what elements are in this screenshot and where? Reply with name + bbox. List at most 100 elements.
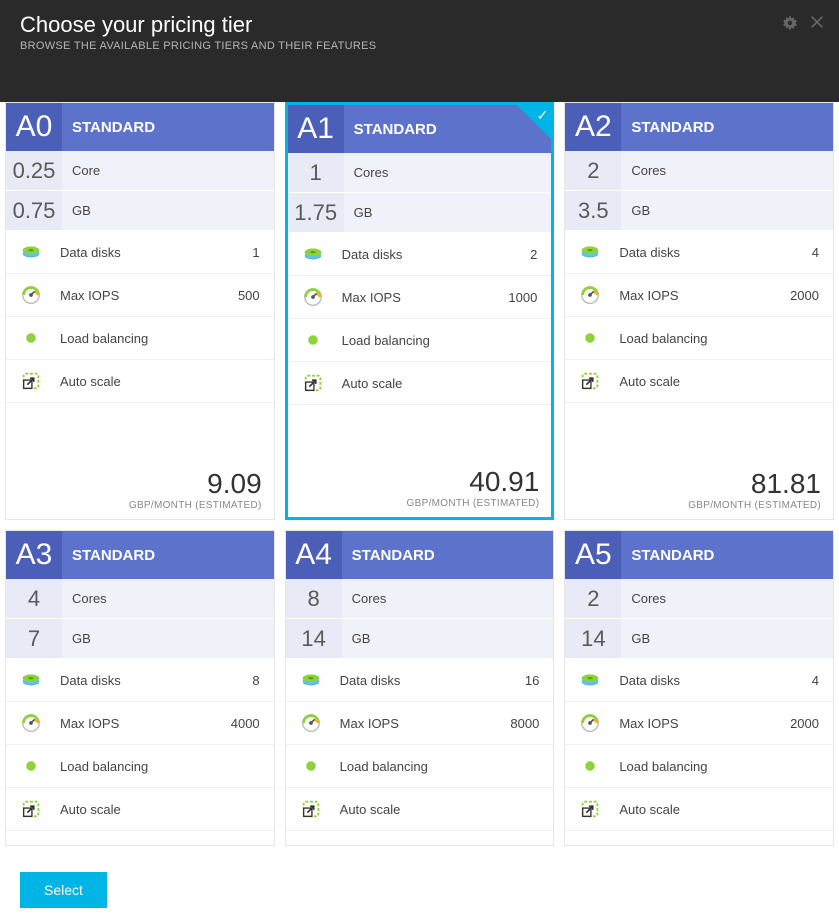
cores-label: Cores [621, 579, 833, 618]
load-balancing-icon [20, 327, 42, 349]
disks-label: Data disks [340, 673, 507, 688]
disks-value: 4 [812, 245, 819, 260]
page-subtitle: BROWSE THE AVAILABLE PRICING TIERS AND T… [20, 40, 819, 52]
tier-label: STANDARD [62, 103, 274, 151]
disks-value: 4 [812, 673, 819, 688]
cores-value: 2 [565, 151, 621, 190]
iops-value: 4000 [231, 716, 260, 731]
pricing-tier-card[interactable]: ✓ A1 STANDARD 1 Cores 1.75 GB Data disks… [285, 102, 555, 520]
cores-label: Cores [621, 151, 833, 190]
check-icon: ✓ [537, 107, 549, 124]
gb-label: GB [62, 619, 274, 658]
disk-icon [20, 669, 42, 691]
iops-value: 8000 [510, 716, 539, 731]
iops-icon [20, 284, 42, 306]
iops-value: 2000 [790, 288, 819, 303]
gb-label: GB [621, 191, 833, 230]
tier-code: A2 [565, 103, 621, 151]
gb-value: 0.75 [6, 191, 62, 230]
load-balancing-icon [579, 327, 601, 349]
iops-icon [300, 712, 322, 734]
auto-scale-label: Auto scale [342, 376, 538, 391]
price-suffix: GBP/MONTH (ESTIMATED) [577, 500, 821, 511]
price-suffix: GBP/MONTH (ESTIMATED) [18, 500, 262, 511]
gb-label: GB [621, 619, 833, 658]
load-balancing-label: Load balancing [60, 759, 260, 774]
tier-label: STANDARD [342, 531, 554, 579]
price-box: 9.09 GBP/MONTH (ESTIMATED) [6, 462, 274, 519]
auto-scale-label: Auto scale [619, 374, 819, 389]
tier-code: A5 [565, 531, 621, 579]
disk-icon [300, 669, 322, 691]
load-balancing-label: Load balancing [619, 331, 819, 346]
gear-icon[interactable] [781, 14, 799, 37]
cores-label: Core [62, 151, 274, 190]
pricing-tier-card[interactable]: ✓ A2 STANDARD 2 Cores 3.5 GB Data disks … [564, 102, 834, 520]
auto-scale-icon [300, 798, 322, 820]
gb-value: 14 [565, 619, 621, 658]
auto-scale-icon [579, 798, 601, 820]
load-balancing-icon [302, 329, 324, 351]
iops-label: Max IOPS [619, 288, 772, 303]
disks-label: Data disks [60, 245, 234, 260]
disks-label: Data disks [619, 673, 793, 688]
disk-icon [579, 669, 601, 691]
gb-value: 1.75 [288, 193, 344, 232]
dialog-header: Choose your pricing tier BROWSE THE AVAI… [0, 0, 839, 102]
load-balancing-icon [20, 755, 42, 777]
disks-label: Data disks [342, 247, 512, 262]
auto-scale-icon [302, 372, 324, 394]
load-balancing-label: Load balancing [340, 759, 540, 774]
disk-icon [579, 241, 601, 263]
pricing-tier-card[interactable]: ✓ A0 STANDARD 0.25 Core 0.75 GB Data dis… [5, 102, 275, 520]
iops-value: 1000 [508, 290, 537, 305]
iops-label: Max IOPS [340, 716, 493, 731]
price-suffix: GBP/MONTH (ESTIMATED) [300, 498, 540, 509]
tier-code: A1 [288, 105, 344, 153]
cores-value: 1 [288, 153, 344, 192]
iops-label: Max IOPS [60, 288, 220, 303]
auto-scale-label: Auto scale [60, 374, 260, 389]
cores-label: Cores [342, 579, 554, 618]
cores-value: 2 [565, 579, 621, 618]
auto-scale-label: Auto scale [60, 802, 260, 817]
price-value: 9.09 [18, 468, 262, 500]
pricing-grid: ✓ A0 STANDARD 0.25 Core 0.75 GB Data dis… [0, 102, 839, 856]
iops-icon [579, 284, 601, 306]
gb-value: 3.5 [565, 191, 621, 230]
price-value: 40.91 [300, 466, 540, 498]
disk-icon [302, 243, 324, 265]
load-balancing-icon [579, 755, 601, 777]
gb-label: GB [342, 619, 554, 658]
auto-scale-icon [20, 370, 42, 392]
disks-value: 8 [252, 673, 259, 688]
pricing-tier-card[interactable]: ✓ A3 STANDARD 4 Cores 7 GB Data disks 8 … [5, 530, 275, 846]
iops-icon [302, 286, 324, 308]
iops-value: 500 [238, 288, 260, 303]
tier-code: A3 [6, 531, 62, 579]
gb-value: 14 [286, 619, 342, 658]
auto-scale-label: Auto scale [340, 802, 540, 817]
pricing-tier-card[interactable]: ✓ A4 STANDARD 8 Cores 14 GB Data disks 1… [285, 530, 555, 846]
tier-label: STANDARD [62, 531, 274, 579]
iops-label: Max IOPS [619, 716, 772, 731]
gb-label: GB [62, 191, 274, 230]
tier-label: STANDARD [621, 531, 833, 579]
pricing-tier-card[interactable]: ✓ A5 STANDARD 2 Cores 14 GB Data disks 4… [564, 530, 834, 846]
footer: Select [0, 856, 839, 924]
load-balancing-label: Load balancing [342, 333, 538, 348]
price-box: 81.81 GBP/MONTH (ESTIMATED) [565, 462, 833, 519]
gb-value: 7 [6, 619, 62, 658]
cores-value: 8 [286, 579, 342, 618]
disks-value: 2 [530, 247, 537, 262]
load-balancing-label: Load balancing [619, 759, 819, 774]
iops-label: Max IOPS [342, 290, 491, 305]
disks-label: Data disks [619, 245, 793, 260]
disks-value: 1 [252, 245, 259, 260]
close-icon[interactable] [809, 14, 825, 37]
iops-value: 2000 [790, 716, 819, 731]
select-button[interactable]: Select [20, 872, 107, 908]
tier-code: A4 [286, 531, 342, 579]
auto-scale-icon [579, 370, 601, 392]
cores-value: 4 [6, 579, 62, 618]
